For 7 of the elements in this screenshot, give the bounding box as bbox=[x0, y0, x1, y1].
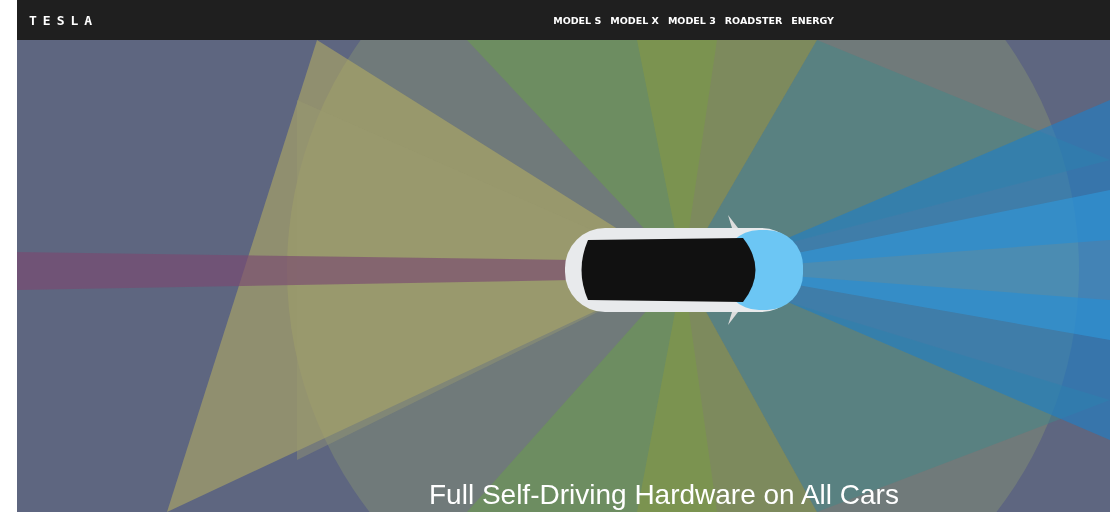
nav-link[interactable]: MODEL S bbox=[553, 14, 602, 26]
nav-link[interactable]: MODEL 3 bbox=[667, 14, 716, 26]
logo-link[interactable]: TESLA bbox=[29, 12, 99, 28]
nav-link[interactable]: ROADSTER bbox=[724, 14, 783, 26]
nav-link[interactable]: MODEL X bbox=[610, 14, 659, 26]
nav-link[interactable]: ENERGY bbox=[791, 14, 834, 26]
hero-headline: Full Self-Driving Hardware on All Cars bbox=[429, 478, 899, 512]
